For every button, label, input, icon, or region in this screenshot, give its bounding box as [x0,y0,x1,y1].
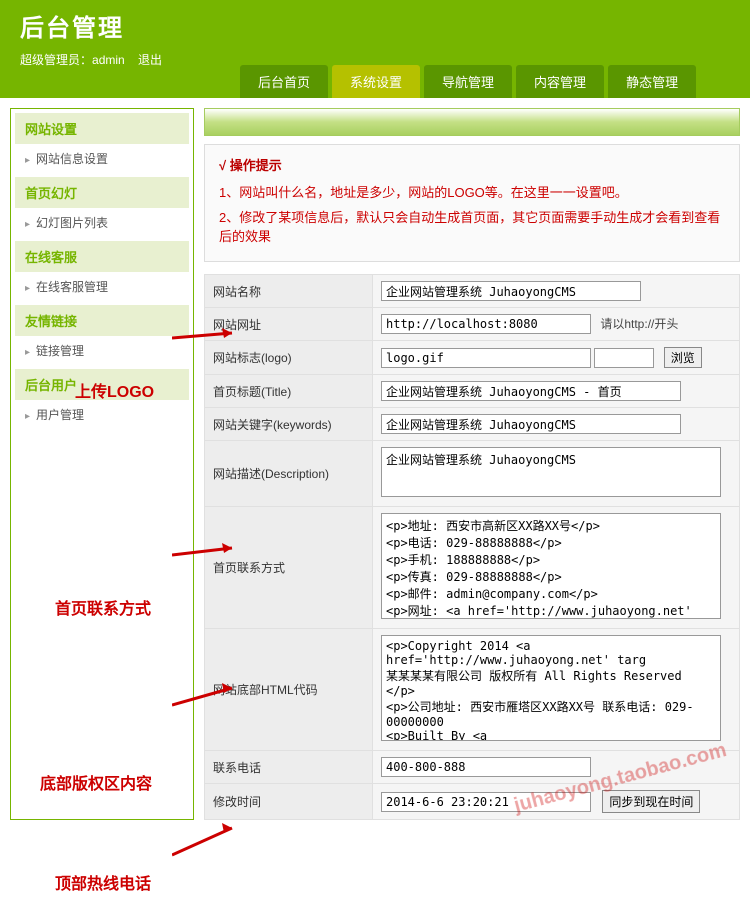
tip-line-1: 1、网站叫什么名，地址是多少，网站的LOGO等。在这里一一设置吧。 [219,182,725,201]
settings-form: 网站名称 网站网址 请以http://开头 网站标志(logo) 浏览 [204,274,740,820]
input-update-time[interactable] [381,792,591,812]
sidebar: 网站设置 网站信息设置 首页幻灯 幻灯图片列表 在线客服 在线客服管理 友情链接… [10,108,194,820]
textarea-description[interactable]: 企业网站管理系统 JuhaoyongCMS [381,447,721,497]
sidebar-item-link-manage[interactable]: 链接管理 [15,336,189,365]
label-contact: 首页联系方式 [205,507,373,629]
label-description: 网站描述(Description) [205,441,373,507]
input-logo-file[interactable] [594,348,654,368]
sidebar-item-site-info[interactable]: 网站信息设置 [15,144,189,173]
tab-content-manage[interactable]: 内容管理 [516,65,604,98]
input-keywords[interactable] [381,414,681,434]
sidebar-section-service: 在线客服 [15,241,189,272]
label-update-time: 修改时间 [205,784,373,820]
sidebar-section-slide: 首页幻灯 [15,177,189,208]
sidebar-item-user-manage[interactable]: 用户管理 [15,400,189,429]
content-header-bar [204,108,740,136]
input-title[interactable] [381,381,681,401]
textarea-contact[interactable]: <p>地址: 西安市高新区XX路XX号</p> <p>电话: 029-88888… [381,513,721,619]
header: 后台管理 超级管理员：admin 退出 [0,0,750,66]
main-tabs: 后台首页 系统设置 导航管理 内容管理 静态管理 [0,66,750,98]
label-phone: 联系电话 [205,751,373,784]
hint-site-url: 请以http://开头 [600,317,678,331]
tip-line-2: 2、修改了某项信息后，默认只会自动生成首页面，其它页面需要手动生成才会看到查看后… [219,207,725,245]
label-site-url: 网站网址 [205,308,373,341]
label-logo: 网站标志(logo) [205,341,373,375]
sidebar-item-slide-list[interactable]: 幻灯图片列表 [15,208,189,237]
sidebar-section-links: 友情链接 [15,305,189,336]
label-footer: 网站底部HTML代码 [205,629,373,751]
tips-box: √ 操作提示 1、网站叫什么名，地址是多少，网站的LOGO等。在这里一一设置吧。… [204,144,740,262]
sidebar-section-users: 后台用户 [15,369,189,400]
tab-home[interactable]: 后台首页 [240,65,328,98]
sidebar-section-site: 网站设置 [15,113,189,144]
label-title: 首页标题(Title) [205,375,373,408]
admin-name: admin [92,53,125,67]
label-keywords: 网站关键字(keywords) [205,408,373,441]
logout-link[interactable]: 退出 [138,53,162,67]
tips-title: √ 操作提示 [219,155,725,174]
input-logo[interactable] [381,348,591,368]
tab-static-manage[interactable]: 静态管理 [608,65,696,98]
input-site-name[interactable] [381,281,641,301]
sidebar-item-service-manage[interactable]: 在线客服管理 [15,272,189,301]
textarea-footer[interactable]: <p>Copyright 2014 <a href='http://www.ju… [381,635,721,741]
label-site-name: 网站名称 [205,275,373,308]
sync-time-button[interactable]: 同步到现在时间 [602,790,700,813]
app-title: 后台管理 [20,8,730,43]
input-site-url[interactable] [381,314,591,334]
annotation-hotline: 顶部热线电话 [55,870,151,894]
tab-nav-manage[interactable]: 导航管理 [424,65,512,98]
tab-system-settings[interactable]: 系统设置 [332,65,420,98]
main-content: √ 操作提示 1、网站叫什么名，地址是多少，网站的LOGO等。在这里一一设置吧。… [204,108,740,820]
input-phone[interactable] [381,757,591,777]
admin-prefix: 超级管理员： [20,53,92,67]
browse-button[interactable]: 浏览 [664,347,702,368]
